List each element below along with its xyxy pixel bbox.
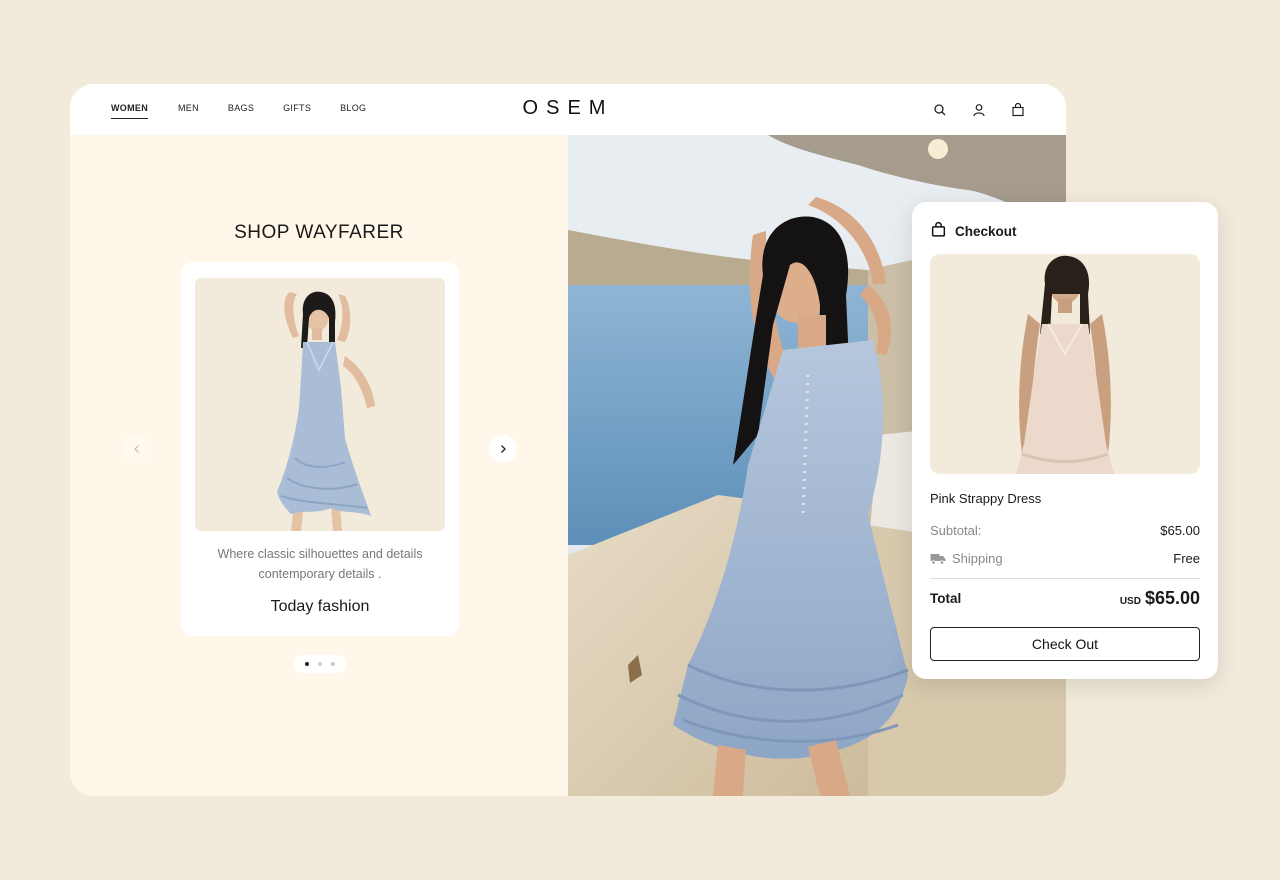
total-label: Total [930,591,962,606]
checkout-title: Checkout [955,223,1017,239]
chevron-right-icon [501,445,506,453]
carousel-dots [294,655,346,673]
bag-icon [930,221,947,241]
checkout-header: Checkout [930,221,1017,241]
subtotal-row: Subtotal: $65.00 [930,523,1200,538]
checkout-product-name: Pink Strappy Dress [930,491,1042,506]
total-row: Total USD $65.00 [930,588,1200,609]
product-card-image [195,278,445,531]
product-card[interactable]: Where classic silhouettes and details co… [181,262,459,636]
user-icon[interactable] [971,102,987,118]
truck-icon [930,554,946,565]
bag-icon[interactable] [1010,102,1026,118]
total-currency: USD [1119,596,1141,607]
subtotal-label: Subtotal: [930,523,982,538]
total-value: $65.00 [1144,588,1200,608]
subtotal-value: $65.00 [1160,523,1200,538]
carousel-next-button[interactable] [489,435,517,463]
nav-icons [932,102,1026,118]
promo-panel: SHOP WAYFARER Where classic silhouettes … [70,135,568,796]
chevron-left-icon [134,445,139,453]
product-card-subtitle: Today fashion [270,598,370,615]
checkout-product-image [930,254,1200,474]
shipping-label-group: Shipping [930,551,1003,566]
carousel-prev-button[interactable] [123,435,151,463]
check-out-button[interactable]: Check Out [930,627,1200,661]
checkout-card: Checkout Pink Strappy Dress Subtotal: $6… [912,202,1218,679]
carousel-dot[interactable] [331,662,335,666]
shipping-label: Shipping [952,551,1003,566]
total-value-group: USD $65.00 [1120,588,1200,609]
promo-title: SHOP WAYFARER [234,222,404,243]
carousel-dot[interactable] [305,662,309,666]
brand-logo[interactable]: OSEM [70,97,1066,120]
product-card-description: Where classic silhouettes and details co… [217,547,423,581]
carousel-dot[interactable] [318,662,322,666]
search-icon[interactable] [932,102,948,118]
checkout-divider [930,578,1200,579]
shipping-value: Free [1173,551,1200,566]
top-nav: WOMEN MEN BAGS GIFTS BLOG OSEM [70,84,1066,135]
shipping-row: Shipping Free [930,551,1200,566]
